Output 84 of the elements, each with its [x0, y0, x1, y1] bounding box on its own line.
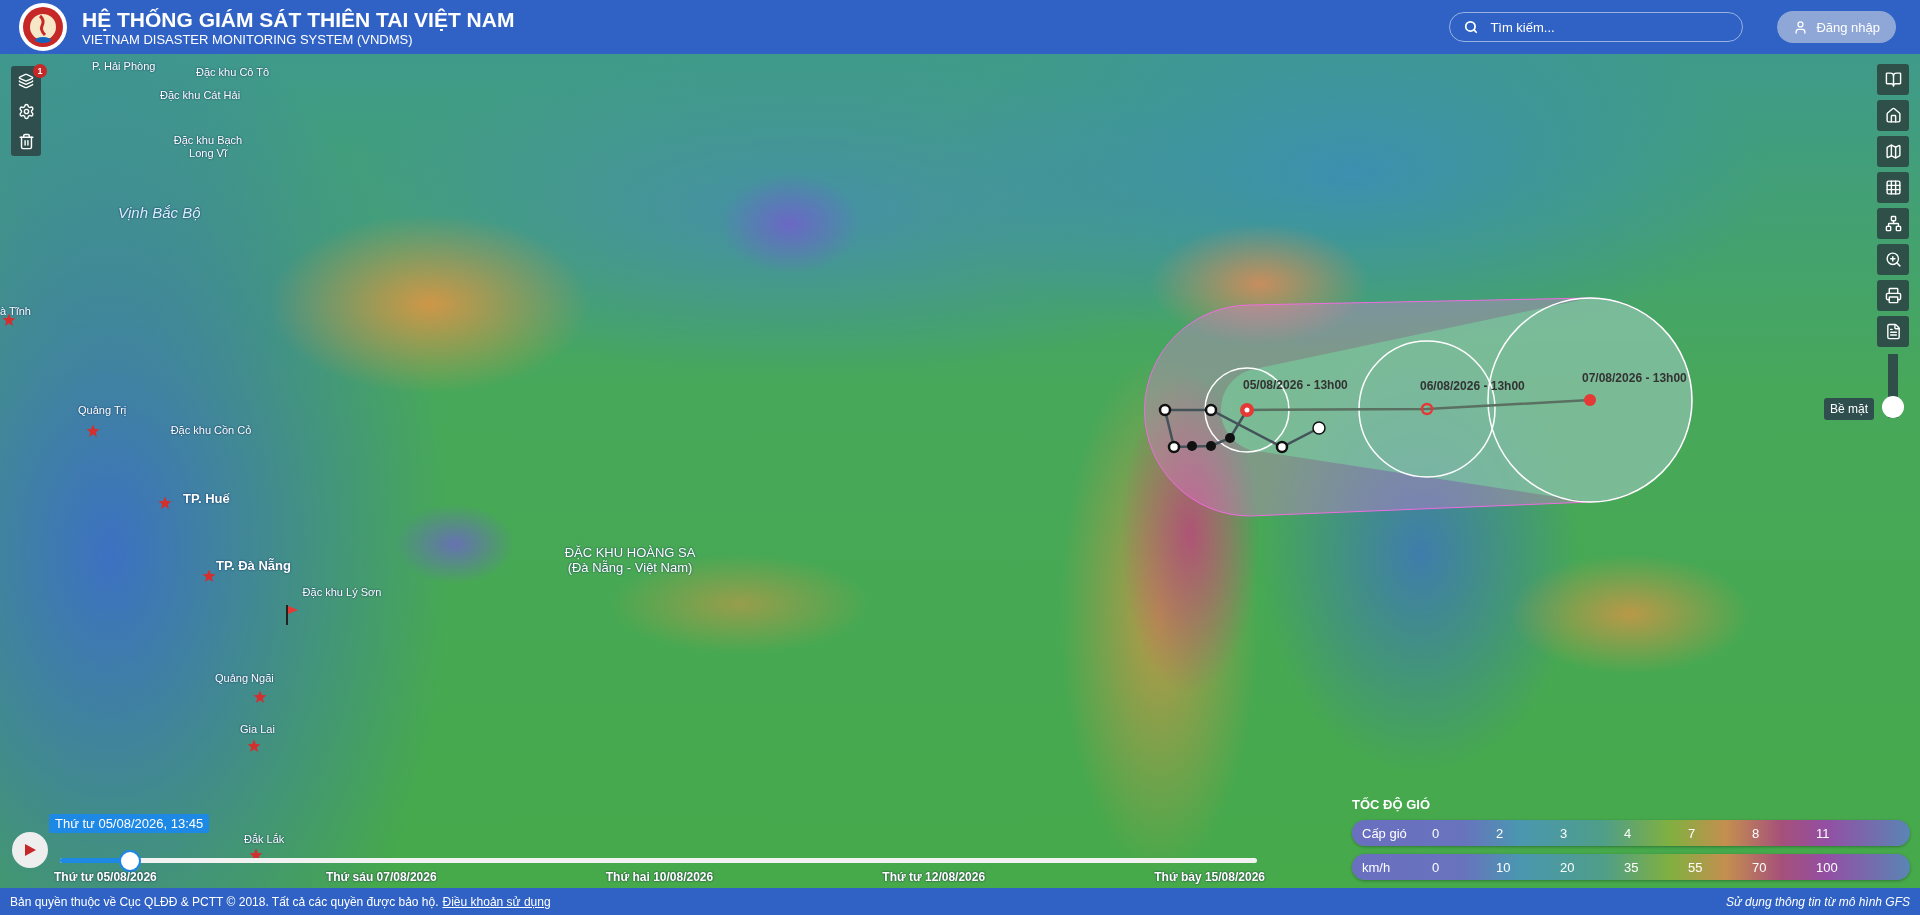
map-place-label: Quảng Trị [78, 404, 127, 417]
home-icon [1884, 107, 1902, 124]
layers-icon [18, 73, 34, 89]
map-place-label: ĐẶC KHU HOÀNG SA (Đà Nẵng - Việt Nam) [563, 546, 697, 576]
zoom-button[interactable] [1877, 244, 1909, 275]
forecast-label: 06/08/2026 - 13h00 [1420, 379, 1525, 393]
map-button[interactable] [1877, 136, 1909, 167]
grid-icon [1884, 179, 1902, 196]
forecast-point [1420, 402, 1434, 416]
legend-title: TỐC ĐỘ GIÓ [1352, 797, 1431, 812]
star-marker-icon [253, 690, 267, 704]
emblem-logo [18, 2, 68, 52]
scale-value: 11 [1816, 825, 1831, 841]
scale-value: 0 [1432, 859, 1441, 875]
play-button[interactable] [12, 832, 48, 868]
current-time-label: Thứ tư 05/08/2026, 13:45 [49, 814, 210, 833]
flag-marker-icon [285, 604, 299, 626]
scale-value: 0 [1432, 825, 1441, 841]
scale-value: 100 [1816, 859, 1839, 875]
scale-value: 55 [1688, 859, 1704, 875]
scale-label: km/h [1362, 859, 1392, 875]
scale-value: 2 [1496, 825, 1505, 841]
play-icon [23, 843, 37, 857]
network-button[interactable] [1877, 208, 1909, 239]
map-place-label: P. Hải Phòng [92, 60, 156, 73]
search-input[interactable]: Tìm kiếm... [1488, 18, 1729, 36]
printer-icon [1884, 287, 1902, 304]
map-place-label: Đặc khu Bạch Long Vĩ [172, 134, 244, 160]
book-icon [1884, 71, 1902, 88]
grid-button[interactable] [1877, 172, 1909, 203]
timeline-date-label: Thứ hai 10/08/2026 [605, 870, 714, 884]
star-marker-icon [202, 569, 216, 583]
map-book-button[interactable] [1877, 64, 1909, 95]
map-place-label: Đặc khu Cát Hải [160, 89, 241, 102]
timeline-date-label: Thứ sáu 07/08/2026 [325, 870, 437, 884]
scale-value: 35 [1624, 859, 1640, 875]
layer-level-label: Bề mặt [1824, 398, 1874, 420]
star-marker-icon [158, 496, 172, 510]
scale-label: Cấp gió [1362, 825, 1408, 841]
search-icon [1464, 20, 1479, 34]
map-place-label: Đặc khu Cồn Cỏ [169, 424, 253, 437]
storm-icon [1240, 403, 1254, 417]
timeline-date-label: Thứ tư 12/08/2026 [882, 870, 986, 884]
map-place-label: Đặc khu Lý Sơn [301, 586, 383, 599]
slider-thumb[interactable] [1882, 396, 1904, 418]
print-button[interactable] [1877, 280, 1909, 311]
home-button[interactable] [1877, 100, 1909, 131]
timeline-handle[interactable] [119, 850, 142, 872]
scale-value: 3 [1560, 825, 1569, 841]
forecast-label: 07/08/2026 - 13h00 [1582, 371, 1687, 385]
star-marker-icon [247, 739, 261, 753]
site-subtitle: VIETNAM DISASTER MONITORING SYSTEM (VNDMS) [82, 31, 414, 47]
document-button[interactable] [1877, 316, 1909, 347]
map-place-label: TP. Huế [183, 492, 230, 507]
scale-value: 4 [1624, 825, 1633, 841]
scale-value: 70 [1752, 859, 1768, 875]
document-icon [1884, 323, 1902, 340]
hierarchy-icon [1884, 215, 1902, 232]
map-place-label: Vịnh Bắc Bộ [118, 204, 201, 222]
zoom-in-icon [1884, 251, 1902, 268]
map-place-label: Quảng Ngãi [215, 672, 274, 685]
forecast-point [1584, 394, 1596, 406]
map-place-label: à Tĩnh [0, 305, 31, 318]
scale-value: 20 [1560, 859, 1576, 875]
map-place-label: TP. Đà Nẵng [216, 559, 291, 574]
copyright-text: Bản quyền thuộc về Cục QLĐĐ & PCTT © 2018. Tất cả các quyền được bảo hộ. [10, 894, 439, 909]
scale-value: 7 [1688, 825, 1697, 841]
layer-count-badge: 1 [33, 64, 47, 78]
timeline-date-label: Thứ tư 05/08/2026 [54, 870, 157, 884]
scale-value: 10 [1496, 859, 1512, 875]
map-place-label: Gia Lai [240, 723, 275, 736]
scale-value: 8 [1752, 825, 1761, 841]
map-place-label: Đặc khu Cô Tô [196, 66, 270, 79]
settings-icon [17, 102, 35, 120]
data-source-text: Sử dụng thông tin từ mô hình GFS [1726, 894, 1910, 909]
map-place-label: Đắk Lắk [244, 833, 285, 846]
timeline-date-label: Thứ bảy 15/08/2026 [1154, 870, 1265, 884]
star-marker-icon [2, 313, 16, 327]
terms-link[interactable]: Điều khoản sử dụng [442, 894, 551, 909]
trash-icon [17, 132, 35, 150]
star-marker-icon [86, 424, 100, 438]
map-icon [1884, 143, 1902, 160]
user-icon [1793, 19, 1809, 35]
site-title: HỆ THỐNG GIÁM SÁT THIÊN TAI VIỆT NAM [82, 7, 516, 32]
